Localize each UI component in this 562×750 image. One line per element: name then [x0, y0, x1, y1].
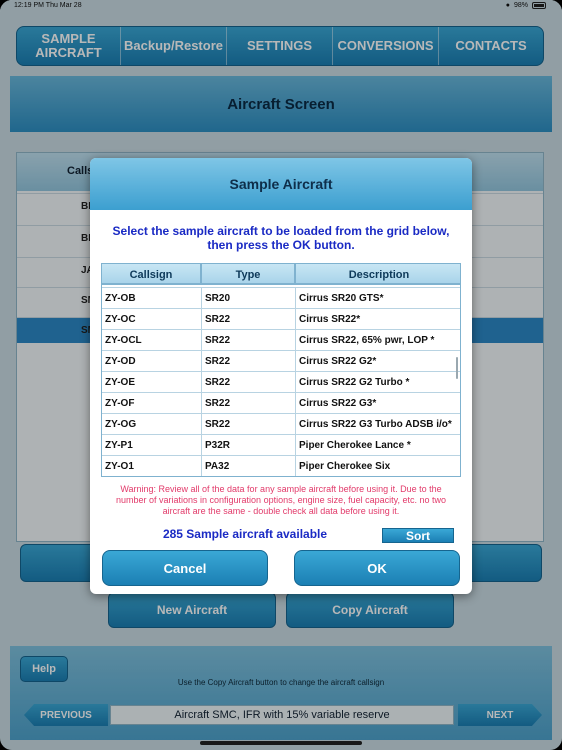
sample-aircraft-dialog: Sample Aircraft Select the sample aircra…	[90, 158, 472, 594]
cell-type: SR22	[202, 309, 296, 330]
available-count: 285 Sample aircraft available	[162, 527, 328, 541]
cell-description: Cirrus SR22 G3*	[299, 398, 377, 409]
app-window: 12:19 PM Thu Mar 28 ● 98% SAMPLE AIRCRAF…	[0, 0, 562, 750]
table-row[interactable]: ZY-OC SR22 Cirrus SR22*	[102, 308, 460, 330]
cell-type: SR22	[202, 351, 296, 372]
cell-type: SR22	[202, 414, 296, 435]
cell-type: P32R	[202, 435, 296, 456]
cell-callsign: ZY-OG	[102, 414, 202, 435]
cell-description: Cirrus SR22 G2 Turbo *	[299, 377, 410, 388]
cell-description: Piper Cherokee Lance *	[299, 440, 411, 451]
cell-description: Cirrus SR22 G3 Turbo ADSB i/o*	[299, 419, 452, 430]
table-row[interactable]: ZY-P1 P32R Piper Cherokee Lance *	[102, 434, 460, 456]
dialog-title: Sample Aircraft	[229, 176, 333, 192]
column-header-description[interactable]: Description	[296, 264, 460, 285]
cell-description: Cirrus SR22*	[299, 314, 361, 325]
grid-body[interactable]: ZY-OB SR20 Cirrus SR20 GTS* ZY-OC SR22 C…	[102, 287, 460, 476]
cell-description: Piper Cherokee Six	[299, 461, 391, 472]
cell-callsign: ZY-OD	[102, 351, 202, 372]
cell-type: SR22	[202, 330, 296, 351]
cell-type: SR22	[202, 372, 296, 393]
grid-scrollbar[interactable]	[456, 357, 458, 379]
column-header-callsign[interactable]: Callsign	[102, 264, 202, 285]
cell-type: SR22	[202, 393, 296, 414]
table-row[interactable]: ZY-OG SR22 Cirrus SR22 G3 Turbo ADSB i/o…	[102, 413, 460, 435]
column-header-type[interactable]: Type	[202, 264, 296, 285]
table-row[interactable]: ZY-OCL SR22 Cirrus SR22, 65% pwr, LOP *	[102, 329, 460, 351]
cell-description: Cirrus SR22, 65% pwr, LOP *	[299, 335, 435, 346]
table-row[interactable]: ZY-OF SR22 Cirrus SR22 G3*	[102, 392, 460, 414]
grid-header: Callsign Type Description	[102, 264, 460, 285]
cell-callsign: ZY-OF	[102, 393, 202, 414]
cell-callsign: ZY-OB	[102, 288, 202, 309]
cell-callsign: ZY-OE	[102, 372, 202, 393]
cell-type: SR20	[202, 288, 296, 309]
cell-callsign: ZY-OCL	[102, 330, 202, 351]
table-row[interactable]: ZY-OE SR22 Cirrus SR22 G2 Turbo *	[102, 371, 460, 393]
sort-button[interactable]: Sort	[382, 528, 454, 543]
cell-callsign: ZY-O1	[102, 456, 202, 476]
dialog-instructions: Select the sample aircraft to be loaded …	[112, 224, 450, 252]
cell-description: Cirrus SR20 GTS*	[299, 293, 384, 304]
cell-callsign: ZY-OC	[102, 309, 202, 330]
cell-callsign: ZY-P1	[102, 435, 202, 456]
ok-button[interactable]: OK	[294, 550, 460, 586]
dialog-header: Sample Aircraft	[90, 158, 472, 210]
cell-description: Cirrus SR22 G2*	[299, 356, 377, 367]
table-row[interactable]: ZY-O1 PA32 Piper Cherokee Six	[102, 455, 460, 476]
sample-aircraft-grid: Callsign Type Description ZY-OB SR20 Cir…	[101, 263, 461, 477]
table-row[interactable]: ZY-OB SR20 Cirrus SR20 GTS*	[102, 287, 460, 309]
table-row[interactable]: ZY-OD SR22 Cirrus SR22 G2*	[102, 350, 460, 372]
warning-text: Warning: Review all of the data for any …	[115, 484, 447, 516]
cancel-button[interactable]: Cancel	[102, 550, 268, 586]
cell-type: PA32	[202, 456, 296, 476]
